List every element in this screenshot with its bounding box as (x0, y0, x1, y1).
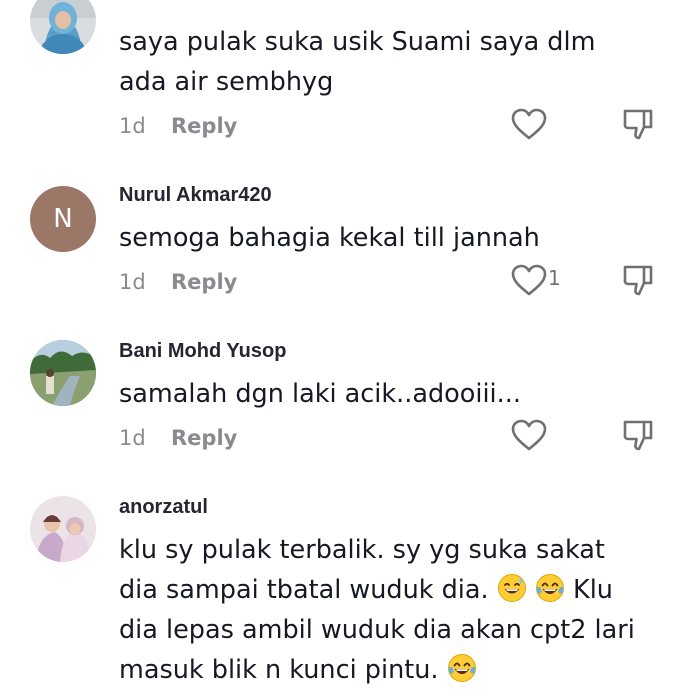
comment-time: 1d (119, 426, 146, 450)
comment-text-fragment: Klu (572, 575, 613, 605)
avatar-letter: N (53, 204, 73, 234)
thumbs-down-icon (623, 109, 653, 140)
username[interactable]: Bani Mohd Yusop (119, 340, 286, 363)
username[interactable]: Nurul Akmar420 (119, 184, 272, 207)
comment-text: samalah dgn laki acik..adooiii... (119, 374, 649, 414)
avatar[interactable] (30, 340, 96, 406)
heart-icon (511, 264, 547, 296)
reply-button[interactable]: Reply (171, 114, 237, 138)
comment-text-line: masuk blik n kunci pintu. (119, 650, 649, 690)
avatar[interactable]: N (30, 186, 96, 252)
tears-of-joy-icon (447, 654, 476, 682)
username[interactable]: anorzatul (119, 496, 208, 519)
comment-time: 1d (119, 114, 146, 138)
comment-text-line: dia lepas ambil wuduk dia akan cpt2 lari (119, 615, 635, 645)
dislike-button[interactable] (620, 417, 656, 453)
heart-icon (511, 419, 547, 451)
comment-item: anorzatul klu sy pulak terbalik. sy yg s… (0, 480, 678, 690)
comment-text-line: semoga bahagia kekal till jannah (119, 223, 540, 253)
comment-text-fragment: dia sampai tbatal wuduk dia. (119, 575, 489, 605)
like-count: 1 (548, 266, 561, 290)
like-button[interactable] (510, 418, 548, 452)
comment-text-fragment: masuk blik n kunci pintu. (119, 655, 439, 685)
sweat-smile-icon (497, 574, 526, 602)
comment-item: saya pulak suka usik Suami saya dlm ada … (0, 0, 678, 160)
avatar[interactable] (30, 0, 96, 54)
sweat-smile-emoji (497, 573, 527, 603)
comment-text: saya pulak suka usik Suami saya dlm ada … (119, 22, 649, 102)
thumbs-down-icon (623, 265, 653, 296)
tears-of-joy-icon (535, 574, 564, 602)
avatar-photo (30, 0, 96, 54)
dislike-button[interactable] (620, 106, 656, 142)
comment-text: semoga bahagia kekal till jannah (119, 218, 649, 258)
reply-button[interactable]: Reply (171, 270, 237, 294)
comment-text-line: klu sy pulak terbalik. sy yg suka sakat (119, 535, 605, 565)
comment-text-line: ada air sembhyg (119, 67, 334, 97)
like-button[interactable] (510, 263, 548, 297)
comment-time: 1d (119, 270, 146, 294)
tears-of-joy-emoji (535, 573, 565, 603)
dislike-button[interactable] (620, 262, 656, 298)
comment-text-line: samalah dgn laki acik..adooiii... (119, 379, 521, 409)
avatar-photo (30, 496, 96, 562)
heart-icon (511, 108, 547, 140)
comment-text-line: dia sampai tbatal wuduk dia. Klu (119, 570, 649, 610)
comment-item: N Nurul Akmar420 semoga bahagia kekal ti… (0, 160, 678, 320)
like-button[interactable] (510, 107, 548, 141)
comment-text: klu sy pulak terbalik. sy yg suka sakat … (119, 530, 649, 690)
thumbs-down-icon (623, 420, 653, 451)
avatar[interactable] (30, 496, 96, 562)
avatar-photo (30, 340, 96, 406)
reply-button[interactable]: Reply (171, 426, 237, 450)
comment-text-line: saya pulak suka usik Suami saya dlm (119, 27, 596, 57)
comment-item: Bani Mohd Yusop samalah dgn laki acik..a… (0, 320, 678, 480)
tears-of-joy-emoji (447, 653, 477, 683)
